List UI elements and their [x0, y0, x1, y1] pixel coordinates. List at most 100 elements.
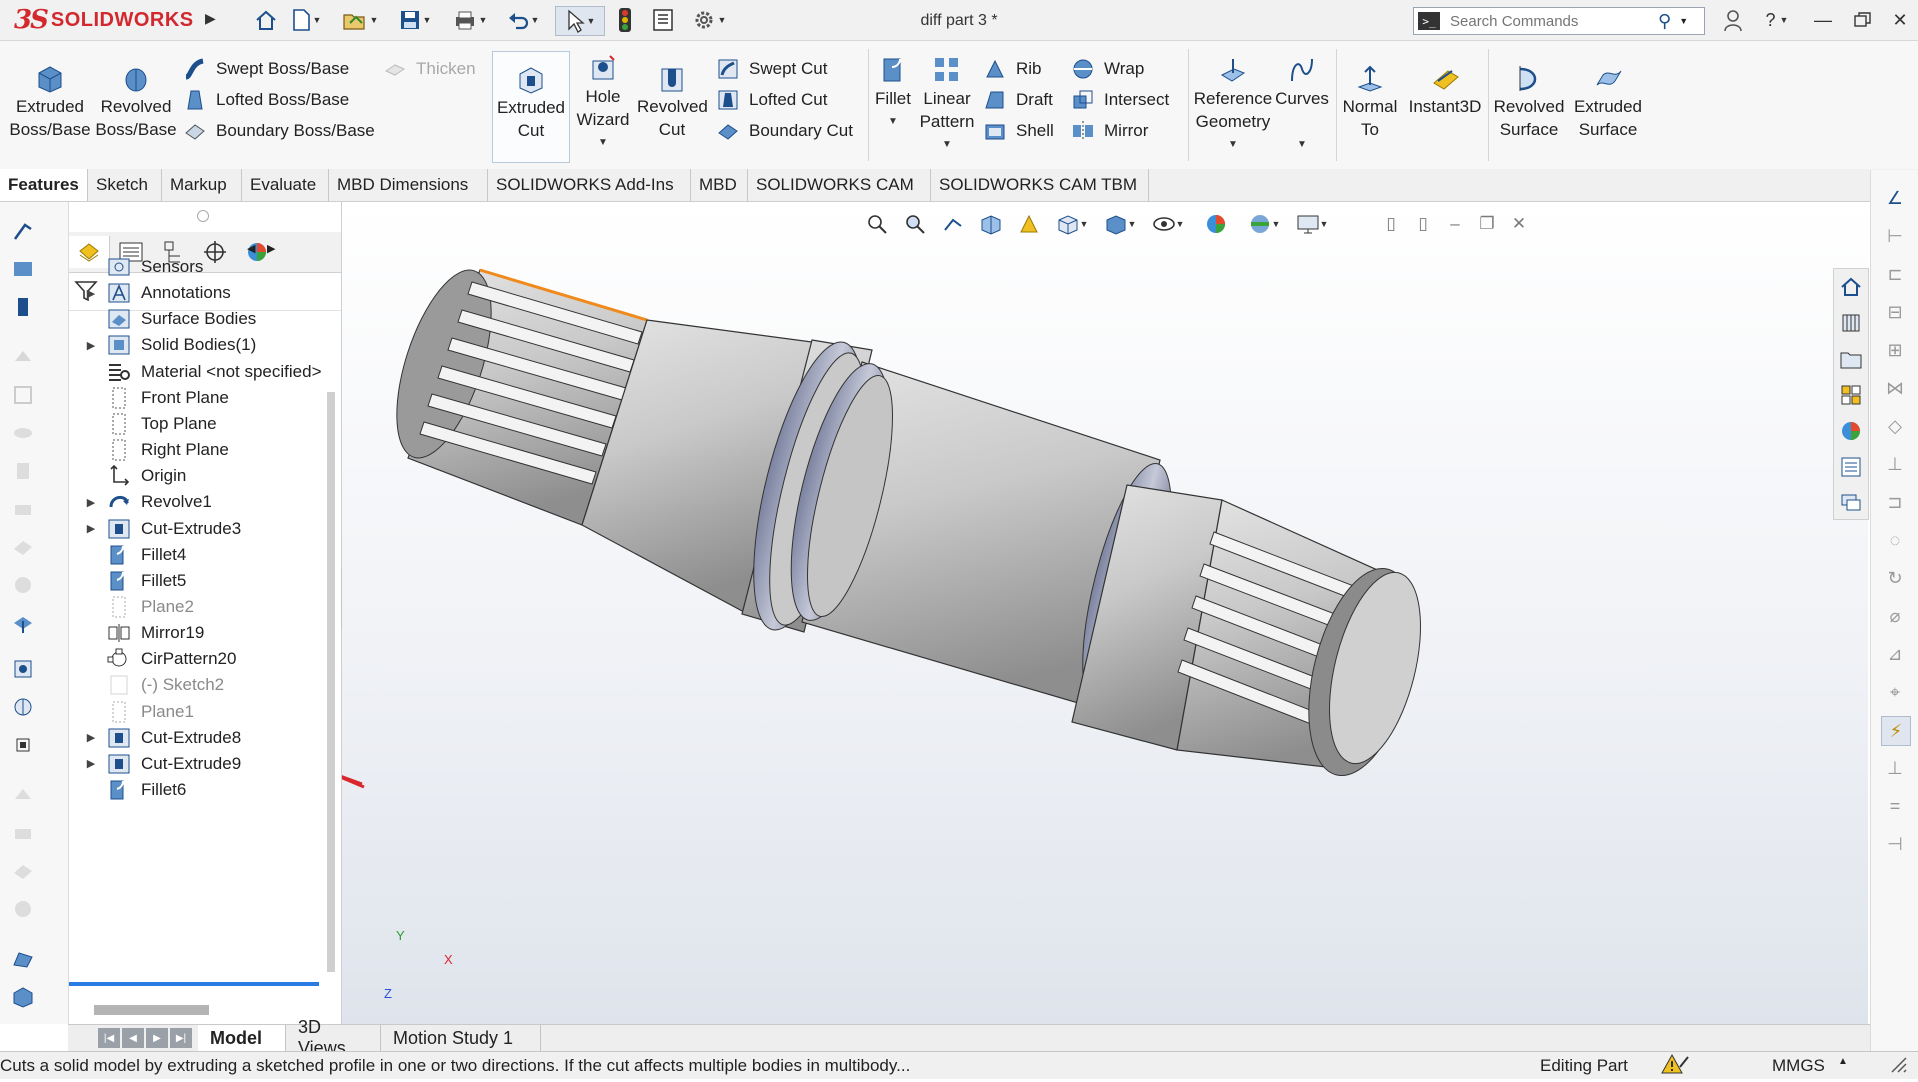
tree-item[interactable]: Plane1 [69, 699, 324, 725]
save-icon[interactable]: ▼ [395, 6, 435, 34]
lofted-boss-button[interactable]: Lofted Boss/Base [182, 84, 349, 116]
open-document-icon[interactable]: ▼ [340, 6, 380, 34]
rollback-bar[interactable] [69, 982, 319, 986]
tree-item[interactable]: Fillet5 [69, 568, 324, 594]
tree-item[interactable]: ▶ Cut-Extrude8 [69, 725, 324, 751]
tree-item[interactable]: ▶ Revolve1 [69, 489, 324, 515]
sketch-tool-icon[interactable] [8, 216, 38, 246]
tree-item[interactable]: Mirror19 [69, 620, 324, 646]
part-model[interactable] [342, 202, 1868, 1024]
normal-to-button[interactable]: Normal To [1338, 61, 1402, 141]
hole-wizard-dropdown-icon[interactable]: ▼ [598, 131, 608, 154]
expand-arrow-icon[interactable]: ▶ [81, 287, 101, 300]
revolved-surface-button[interactable]: Revolved Surface [1490, 61, 1568, 141]
reference-geometry-dropdown-icon[interactable]: ▼ [1228, 133, 1238, 156]
minimize-icon[interactable]: — [1805, 6, 1841, 34]
tree-item[interactable]: ▶ Cut-Extrude3 [69, 516, 324, 542]
panel-grip-icon[interactable] [197, 210, 209, 222]
search-commands-box[interactable]: >_ ⚲ ▼ [1413, 7, 1705, 35]
tab-model[interactable]: Model [198, 1025, 286, 1051]
surface-tool-icon[interactable] [8, 944, 38, 974]
tree-item[interactable]: Sensors [69, 254, 324, 280]
smart-dimension-icon[interactable] [8, 254, 38, 284]
tree-item[interactable]: ▶ Cut-Extrude9 [69, 751, 324, 777]
tab-sketch[interactable]: Sketch [88, 169, 162, 201]
options-gear-icon[interactable]: ▼ [686, 6, 732, 34]
tab-3d-views[interactable]: 3D Views [286, 1017, 381, 1058]
tree-item[interactable]: CirPattern20 [69, 646, 324, 672]
tab-markup[interactable]: Markup [162, 169, 242, 201]
wrap-button[interactable]: Wrap [1070, 53, 1144, 85]
expand-arrow-icon[interactable]: ▶ [81, 339, 101, 352]
select-arrow-icon[interactable]: ▼ [555, 6, 605, 36]
expand-arrow-icon[interactable]: ▶ [81, 757, 101, 770]
units-label[interactable]: MMGS [1772, 1056, 1825, 1076]
tab-mbd[interactable]: MBD [691, 169, 748, 201]
instant3d-button[interactable]: Instant3D [1404, 61, 1486, 118]
tab-mbd-dimensions[interactable]: MBD Dimensions [329, 169, 488, 201]
revolve-tool-icon[interactable] [8, 692, 38, 722]
extruded-boss-button[interactable]: Extruded Boss/Base [8, 61, 92, 141]
forum-icon[interactable] [1837, 489, 1865, 517]
tree-item[interactable]: ▶ Annotations [69, 280, 324, 306]
undo-icon[interactable]: ▼ [503, 6, 543, 34]
custom-properties-icon[interactable] [1837, 453, 1865, 481]
tab-solidworks-add-ins[interactable]: SOLIDWORKS Add-Ins [488, 169, 691, 201]
next-tab-icon[interactable]: ▶ [146, 1028, 168, 1048]
tree-item[interactable]: Right Plane [69, 437, 324, 463]
file-explorer-icon[interactable] [1837, 345, 1865, 373]
shell-button[interactable]: Shell [982, 115, 1054, 147]
fillet-dropdown-icon[interactable]: ▼ [888, 110, 898, 133]
boundary-cut-button[interactable]: Boundary Cut [715, 115, 853, 147]
previous-tab-icon[interactable]: ◀ [122, 1028, 144, 1048]
tab-motion-study-1[interactable]: Motion Study 1 [381, 1025, 541, 1051]
tree-item[interactable]: Fillet6 [69, 777, 324, 803]
view-palette-icon[interactable] [1837, 381, 1865, 409]
restore-icon[interactable] [1845, 6, 1881, 34]
close-icon[interactable]: ✕ [1882, 6, 1918, 34]
lofted-cut-button[interactable]: Lofted Cut [715, 84, 827, 116]
rebuild-icon[interactable] [612, 6, 638, 34]
draft-button[interactable]: Draft [982, 84, 1053, 116]
intersect-button[interactable]: Intersect [1070, 84, 1169, 116]
hole-tool-icon[interactable] [8, 654, 38, 684]
appearances-icon[interactable] [1837, 417, 1865, 445]
expand-arrow-icon[interactable]: ▶ [81, 731, 101, 744]
extrude-tool-icon[interactable] [8, 292, 38, 322]
tree-horizontal-scrollbar[interactable] [94, 1005, 209, 1015]
expand-arrow-icon[interactable]: ▶ [81, 496, 101, 509]
rib-button[interactable]: Rib [982, 53, 1042, 85]
solidworks-resources-icon[interactable] [1837, 273, 1865, 301]
menu-expand-arrow[interactable]: ▶ [205, 10, 216, 27]
linear-pattern-button[interactable]: Linear Pattern ▼ [916, 53, 978, 156]
tree-item[interactable]: Front Plane [69, 385, 324, 411]
hole-wizard-button[interactable]: Hole Wizard ▼ [572, 51, 634, 154]
graphics-area[interactable]: ▼ ▼ ▼ ▼ ▼ ▯ ▯ – ❐ ✕ [342, 202, 1868, 1024]
units-dropdown-icon[interactable]: ▲ [1838, 1056, 1848, 1067]
tab-solidworks-cam-tbm[interactable]: SOLIDWORKS CAM TBM [931, 169, 1149, 201]
tree-item[interactable]: Plane2 [69, 594, 324, 620]
solidworks-logo[interactable]: 3S SOLIDWORKS [14, 5, 194, 35]
extruded-cut-button[interactable]: Extruded Cut [492, 51, 570, 163]
linear-pattern-dropdown-icon[interactable]: ▼ [942, 133, 952, 156]
tree-item[interactable]: (-) Sketch2 [69, 672, 324, 698]
tree-item[interactable]: Surface Bodies [69, 306, 324, 332]
tree-item[interactable]: Top Plane [69, 411, 324, 437]
tree-item[interactable]: Origin [69, 463, 324, 489]
print-icon[interactable]: ▼ [450, 6, 490, 34]
reference-geometry-button[interactable]: Reference Geometry ▼ [1192, 53, 1274, 156]
tab-evaluate[interactable]: Evaluate [242, 169, 329, 201]
revolved-cut-button[interactable]: Revolved Cut [636, 61, 708, 141]
new-document-icon[interactable]: ▼ [290, 6, 322, 34]
design-library-icon[interactable] [1837, 309, 1865, 337]
sheet-metal-tool-icon[interactable] [8, 982, 38, 1012]
expand-arrow-icon[interactable]: ▶ [81, 522, 101, 535]
help-icon[interactable]: ? ▼ [1752, 6, 1802, 34]
first-tab-icon[interactable]: |◀ [98, 1028, 120, 1048]
smart-dimension-icon[interactable]: ⚡ [1881, 716, 1911, 746]
search-icon[interactable]: ⚲ [1658, 11, 1671, 32]
extruded-surface-button[interactable]: Extruded Surface [1570, 61, 1646, 141]
pattern-tool-icon[interactable] [8, 730, 38, 760]
sketch-icon[interactable]: ∠ [1881, 184, 1909, 212]
mirror-button[interactable]: Mirror [1070, 115, 1148, 147]
